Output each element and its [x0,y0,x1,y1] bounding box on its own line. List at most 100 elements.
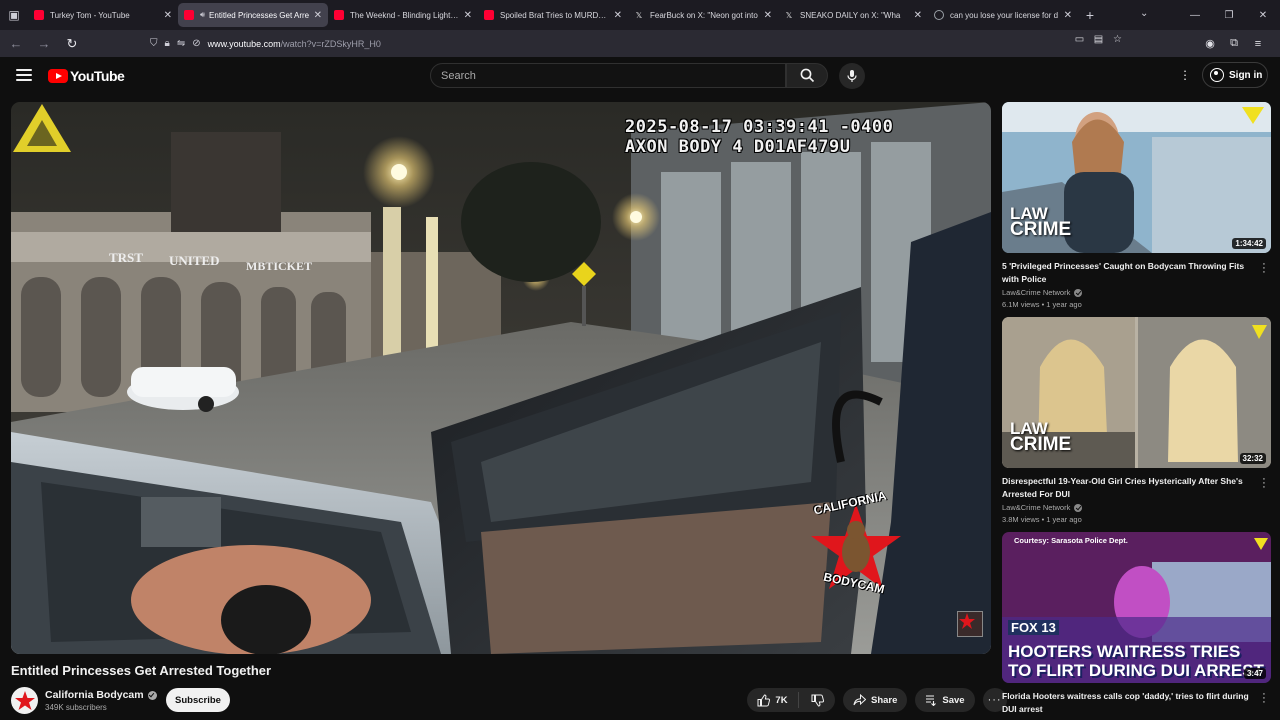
save-button[interactable]: Save [915,688,975,712]
bookmark-star-icon[interactable]: ☆ [1108,34,1127,45]
channel-name[interactable]: California Bodycam [45,689,157,701]
url-bar[interactable]: ⛉ 🔒︎ ⇋ ⊘ www.youtube.com/watch?v=rZDSkyH… [150,33,1080,54]
close-tab-icon[interactable]: ✕ [164,10,172,21]
close-tab-icon[interactable]: ✕ [1064,10,1072,21]
settings-kebab-icon[interactable]: · · · [1180,64,1190,85]
recommendation-menu-icon[interactable]: · · · [1260,259,1268,278]
like-count: 7K [775,694,788,706]
recommendation-thumbnail[interactable]: LAW CRIME 1:34:42 [1002,102,1271,253]
extensions-icon[interactable]: ⧉ [1222,37,1246,50]
browser-tab[interactable]: Turkey Tom - YouTube ✕ [28,3,178,27]
menu-icon[interactable]: ≡ [1246,38,1270,50]
recommendation-thumbnail[interactable]: LAW CRIME 32:32 [1002,317,1271,468]
youtube-favicon-icon [184,10,194,20]
browser-tab-title: Entitled Princesses Get Arre [209,10,310,20]
thumbnail-station-badge: FOX 13 [1008,620,1059,635]
browser-tab[interactable]: can you lose your license for d ✕ [928,3,1078,27]
star-logo-icon [14,690,35,710]
back-icon[interactable]: ← [4,36,28,51]
subscribe-button[interactable]: Subscribe [166,688,230,712]
youtube-favicon-icon [34,10,44,20]
share-button[interactable]: Share [843,688,908,712]
permissions-icon[interactable]: ⇋ [177,38,185,49]
recommendation-meta: 3.8M views • 1 year ago [1002,515,1082,524]
video-actions: 7K Share Save ··· [747,688,1007,712]
dislike-button[interactable] [799,694,835,707]
youtube-play-icon [48,69,68,83]
thumbnail-brand: LAW CRIME [1010,205,1071,239]
recommendation-channel[interactable]: Law&Crime Network [1002,288,1272,297]
thumbnail-headline: HOOTERS WAITRESS TRIES TO FLIRT DURING D… [1008,642,1264,680]
url-host: www.youtube.com [207,38,281,49]
close-tab-icon[interactable]: ✕ [914,10,922,21]
bodycam-overlay: 2025-08-17 03:39:41 -0400 AXON BODY 4 D0… [625,117,893,157]
close-window-icon[interactable]: ✕ [1246,10,1280,21]
browser-tab[interactable]: 𝕏 SNEAKO DAILY on X: "Wha ✕ [778,3,928,27]
restore-icon[interactable]: ❐ [1212,10,1246,21]
reader-view-icon[interactable]: ▤ [1089,34,1108,45]
search-button[interactable] [786,63,828,88]
new-tab-button[interactable]: + [1078,7,1102,23]
recommendation-menu-icon[interactable]: · · · [1260,474,1268,493]
browser-tab-title: Turkey Tom - YouTube [50,10,130,20]
channel-avatar[interactable] [11,687,38,714]
picture-in-picture-icon[interactable]: ▭ [1070,34,1089,45]
thumb-line-1: HOOTERS WAITRESS TRIES [1008,642,1241,661]
close-tab-icon[interactable]: ✕ [614,10,622,21]
window-controls: — ❐ ✕ [1178,0,1280,30]
sign-in-label: Sign in [1229,69,1263,81]
list-all-tabs-icon[interactable]: ⌄ [1140,8,1148,19]
search-placeholder: Search [441,69,476,82]
verified-icon [1074,288,1083,297]
browser-tab[interactable]: 🔊︎ Entitled Princesses Get Arre ✕ [178,3,328,27]
thumb-line-2: TO FLIRT DURING DUI ARREST [1008,661,1264,680]
thumbs-up-icon [757,693,771,706]
recommendation-channel-text: Law&Crime Network [1002,288,1071,297]
microphone-icon [847,70,857,82]
thumbs-down-icon [811,694,824,707]
youtube-logo[interactable]: YouTube [48,68,125,84]
account-circle-icon [1210,68,1224,82]
recommendation-channel-text: Law&Crime Network [1002,503,1071,512]
browser-tab[interactable]: Spoiled Brat Tries to MURDER U ✕ [478,3,628,27]
share-icon [853,694,866,706]
voice-search-button[interactable] [839,63,865,89]
recommendation-item-3[interactable]: Courtesy: Sarasota Police Dept. FOX 13 H… [1002,532,1272,715]
close-tab-icon[interactable]: ✕ [314,10,322,21]
close-tab-icon[interactable]: ✕ [464,10,472,21]
video-duration: 1:34:42 [1232,238,1266,249]
recommendation-item-2[interactable]: LAW CRIME 32:32 Disrespectful 19-Year-Ol… [1002,317,1272,524]
browser-tab-title: Spoiled Brat Tries to MURDER U [500,10,610,20]
url-path: /watch?v=rZDSkyHR_H0 [280,38,381,49]
recommendation-title[interactable]: 5 'Privileged Princesses' Caught on Body… [1002,260,1252,285]
close-tab-icon[interactable]: ✕ [764,10,772,21]
recommendation-channel[interactable]: Law&Crime Network [1002,503,1272,512]
guide-menu-icon[interactable] [16,69,32,81]
browser-tab-title: FearBuck on X: "Neon got into [650,10,758,20]
account-icon[interactable]: ◉ [1198,37,1222,50]
lock-icon[interactable]: 🔒︎ [165,38,170,49]
recommendation-title[interactable]: Florida Hooters waitress calls cop 'dadd… [1002,690,1252,715]
browser-tab[interactable]: The Weeknd - Blinding Lights (C ✕ [328,3,478,27]
recommendation-menu-icon[interactable]: · · · [1260,689,1268,708]
recommendation-item-1[interactable]: LAW CRIME 1:34:42 5 'Privileged Princess… [1002,102,1272,309]
shield-icon[interactable]: ⛉ [150,38,158,49]
recommendation-thumbnail[interactable]: Courtesy: Sarasota Police Dept. FOX 13 H… [1002,532,1271,683]
search-input[interactable]: Search [430,63,786,88]
forward-icon[interactable]: → [32,36,56,51]
like-dislike-segmented: 7K [747,688,835,712]
like-button[interactable]: 7K [747,692,799,708]
tab-overview-icon[interactable]: ▣ [0,0,28,30]
x-favicon-icon: 𝕏 [635,10,643,20]
channel-branding-icon[interactable] [957,611,983,637]
browser-tab[interactable]: 𝕏 FearBuck on X: "Neon got into ✕ [628,3,778,27]
toolbar-right: ◉ ⧉ ≡ [1198,30,1270,57]
minimize-icon[interactable]: — [1178,10,1212,21]
video-player[interactable]: TRST UNITED MBTICKET 2025-08-17 03:39:41… [11,102,991,654]
tab-audio-icon[interactable]: 🔊︎ [200,10,205,20]
reload-icon[interactable]: ↻ [60,36,84,52]
sign-in-button[interactable]: Sign in [1202,62,1268,88]
svg-text:MBTICKET: MBTICKET [246,259,312,273]
recommendation-title[interactable]: Disrespectful 19-Year-Old Girl Cries Hys… [1002,475,1252,500]
tracking-icon[interactable]: ⊘ [192,38,200,49]
